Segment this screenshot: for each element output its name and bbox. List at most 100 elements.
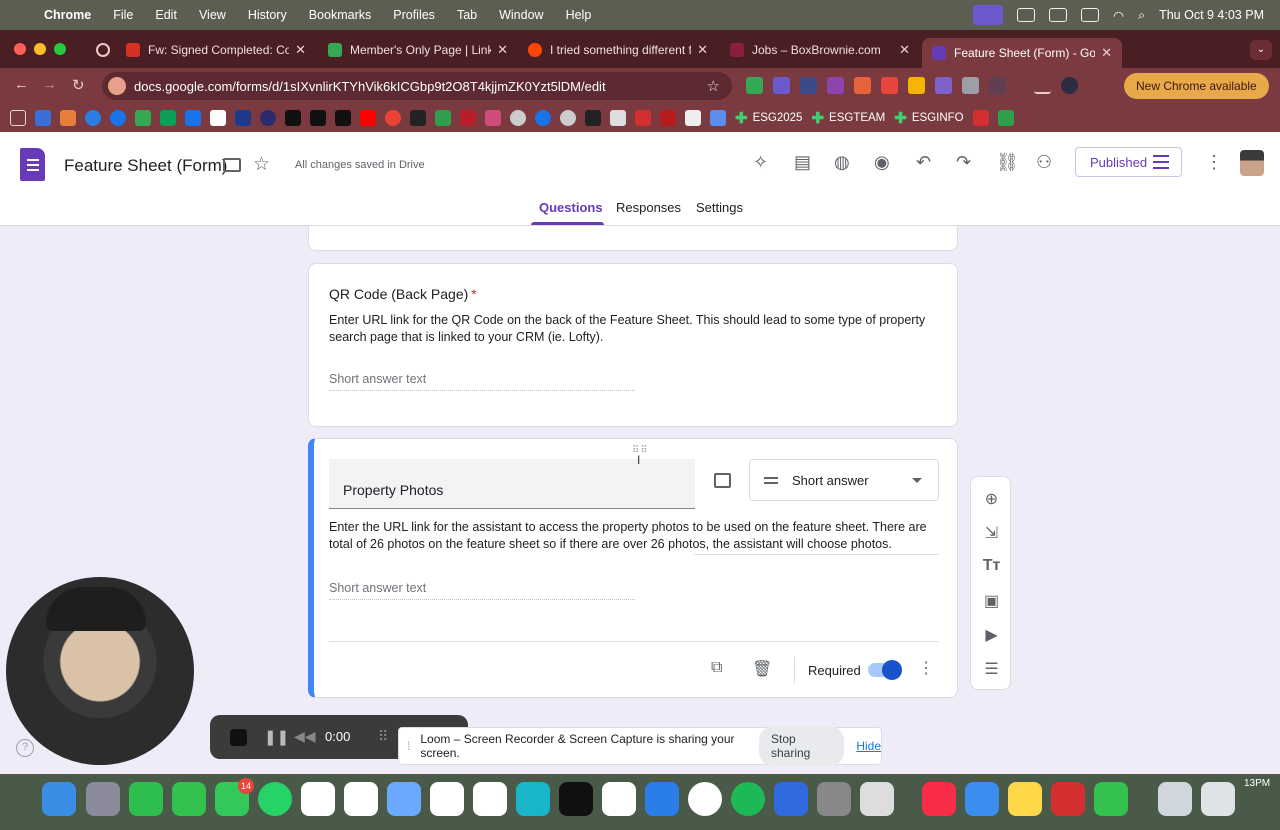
duplicate-icon[interactable]: ⧉: [711, 659, 722, 677]
finder-icon[interactable]: [42, 782, 76, 816]
bookmark-icon[interactable]: [460, 110, 476, 126]
add-ons-icon[interactable]: ✧: [753, 152, 768, 173]
question-card[interactable]: QR Code (Back Page) * Enter URL link for …: [308, 263, 958, 427]
extension-icon[interactable]: [827, 77, 844, 94]
question-type-select[interactable]: Short answer: [749, 459, 939, 501]
extension-icon[interactable]: [746, 77, 763, 94]
required-toggle[interactable]: [868, 660, 902, 680]
facetime-icon[interactable]: [1094, 782, 1128, 816]
extension-icon[interactable]: [935, 77, 952, 94]
tab-settings[interactable]: Settings: [696, 200, 743, 215]
add-video-icon[interactable]: ▶: [971, 625, 1012, 645]
download-icon[interactable]: [1034, 77, 1051, 94]
bookmark-icon[interactable]: [635, 110, 651, 126]
address-bar[interactable]: docs.google.com/forms/d/1sIXvnlirKTYhVik…: [102, 72, 732, 100]
help-icon[interactable]: ?: [16, 739, 34, 757]
redo-icon[interactable]: ↷: [956, 152, 971, 173]
bookmark-icon[interactable]: [85, 110, 101, 126]
star-icon[interactable]: ☆: [253, 153, 270, 176]
profile-avatar[interactable]: [1061, 77, 1078, 94]
published-button[interactable]: Published: [1075, 147, 1182, 177]
forward-icon[interactable]: →: [42, 76, 57, 93]
bookmark-icon[interactable]: [610, 110, 626, 126]
menu-file[interactable]: File: [113, 8, 133, 22]
bookmark-icon[interactable]: [185, 110, 201, 126]
facetime-icon[interactable]: [172, 782, 206, 816]
notice-grip-icon[interactable]: ⁞: [407, 739, 410, 753]
pause-icon[interactable]: ❚❚: [264, 728, 289, 746]
bookmark-icon[interactable]: [210, 110, 226, 126]
close-tab-icon[interactable]: ✕: [295, 42, 306, 58]
launchpad-icon[interactable]: [86, 782, 120, 816]
menu-edit[interactable]: Edit: [155, 8, 177, 22]
menu-history[interactable]: History: [248, 8, 287, 22]
bookmark-star-icon[interactable]: ☆: [707, 77, 720, 95]
bookmark-icon[interactable]: [235, 110, 251, 126]
google-forms-logo-icon[interactable]: [20, 148, 45, 181]
tiktok-icon[interactable]: [559, 782, 593, 816]
bookmark-icon[interactable]: [485, 110, 501, 126]
pdf-icon[interactable]: [972, 110, 989, 126]
bookmark-esginfo[interactable]: ✚ ESGINFO: [894, 109, 963, 127]
music-icon[interactable]: [922, 782, 956, 816]
chrome-icon[interactable]: [688, 782, 722, 816]
asana-icon[interactable]: [344, 782, 378, 816]
whatsapp-icon[interactable]: [258, 782, 292, 816]
more-vert-icon[interactable]: ⋮: [918, 658, 934, 678]
wechat-icon[interactable]: [129, 782, 163, 816]
customize-theme-icon[interactable]: ◍: [834, 152, 850, 173]
youtube-icon[interactable]: [360, 110, 376, 126]
extension-icon[interactable]: [962, 77, 979, 94]
bookmark-icon[interactable]: [585, 110, 601, 126]
webcam-bubble[interactable]: [6, 577, 194, 765]
extension-icon[interactable]: [854, 77, 871, 94]
ai-summarize-icon[interactable]: ▤: [794, 152, 811, 173]
active-question-card[interactable]: ⠿⠿ Property Photos Short answer Enter th…: [308, 438, 958, 698]
bookmark-icon[interactable]: [260, 110, 276, 126]
preview-icon[interactable]: ◉: [874, 152, 890, 173]
bookmark-esg2025[interactable]: ✚ ESG2025: [735, 109, 802, 127]
downloads-folder-icon[interactable]: [1158, 782, 1192, 816]
x-icon[interactable]: [285, 110, 301, 126]
previous-question-card[interactable]: [308, 226, 958, 251]
system-settings-icon[interactable]: [817, 782, 851, 816]
tab-responses[interactable]: Responses: [616, 200, 681, 215]
extension-icon[interactable]: [800, 77, 817, 94]
x-icon[interactable]: [310, 110, 326, 126]
tab-google-forms[interactable]: Feature Sheet (Form) - Go ✕: [922, 38, 1122, 68]
td-icon[interactable]: [435, 110, 451, 126]
bookmark-icon[interactable]: [135, 110, 151, 126]
stop-recording-icon[interactable]: [230, 729, 247, 746]
camera-icon[interactable]: [1017, 8, 1036, 22]
bookmark-icon[interactable]: [710, 110, 726, 126]
extension-icon[interactable]: [908, 77, 925, 94]
notes-icon[interactable]: [1008, 782, 1042, 816]
acrobat-icon[interactable]: [1051, 782, 1085, 816]
bookmark-icon[interactable]: [410, 110, 426, 126]
copy-link-icon[interactable]: ⛓: [996, 152, 1019, 173]
user-avatar[interactable]: [1240, 150, 1264, 176]
close-tab-icon[interactable]: ✕: [899, 42, 910, 58]
bookmark-icon[interactable]: [660, 110, 676, 126]
add-collaborators-icon[interactable]: ⚇: [1036, 152, 1052, 173]
question-description[interactable]: Enter the URL link for the assistant to …: [329, 519, 939, 553]
reload-icon[interactable]: ↻: [72, 76, 85, 94]
add-title-icon[interactable]: Tт: [971, 557, 1012, 575]
app-icon[interactable]: [860, 782, 894, 816]
bookmark-icon[interactable]: [997, 110, 1014, 126]
tab-search-icon[interactable]: ⌄: [1250, 40, 1272, 60]
more-options-icon[interactable]: ⋮: [1205, 152, 1223, 173]
delete-icon[interactable]: 🗑: [752, 659, 772, 679]
extensions-puzzle-icon[interactable]: [989, 77, 1006, 94]
bookmark-icon[interactable]: [535, 110, 551, 126]
back-icon[interactable]: ←: [14, 76, 29, 93]
menu-window[interactable]: Window: [499, 8, 543, 22]
recording-tab[interactable]: [86, 36, 116, 64]
close-tab-icon[interactable]: ✕: [697, 42, 708, 58]
bookmark-icon[interactable]: [160, 110, 176, 126]
add-section-icon[interactable]: ☰: [971, 659, 1012, 679]
screen-mirror-icon[interactable]: [973, 5, 1004, 25]
import-questions-icon[interactable]: ⇲: [971, 523, 1012, 543]
globe-icon[interactable]: [560, 110, 576, 126]
hide-link[interactable]: Hide: [856, 739, 881, 753]
